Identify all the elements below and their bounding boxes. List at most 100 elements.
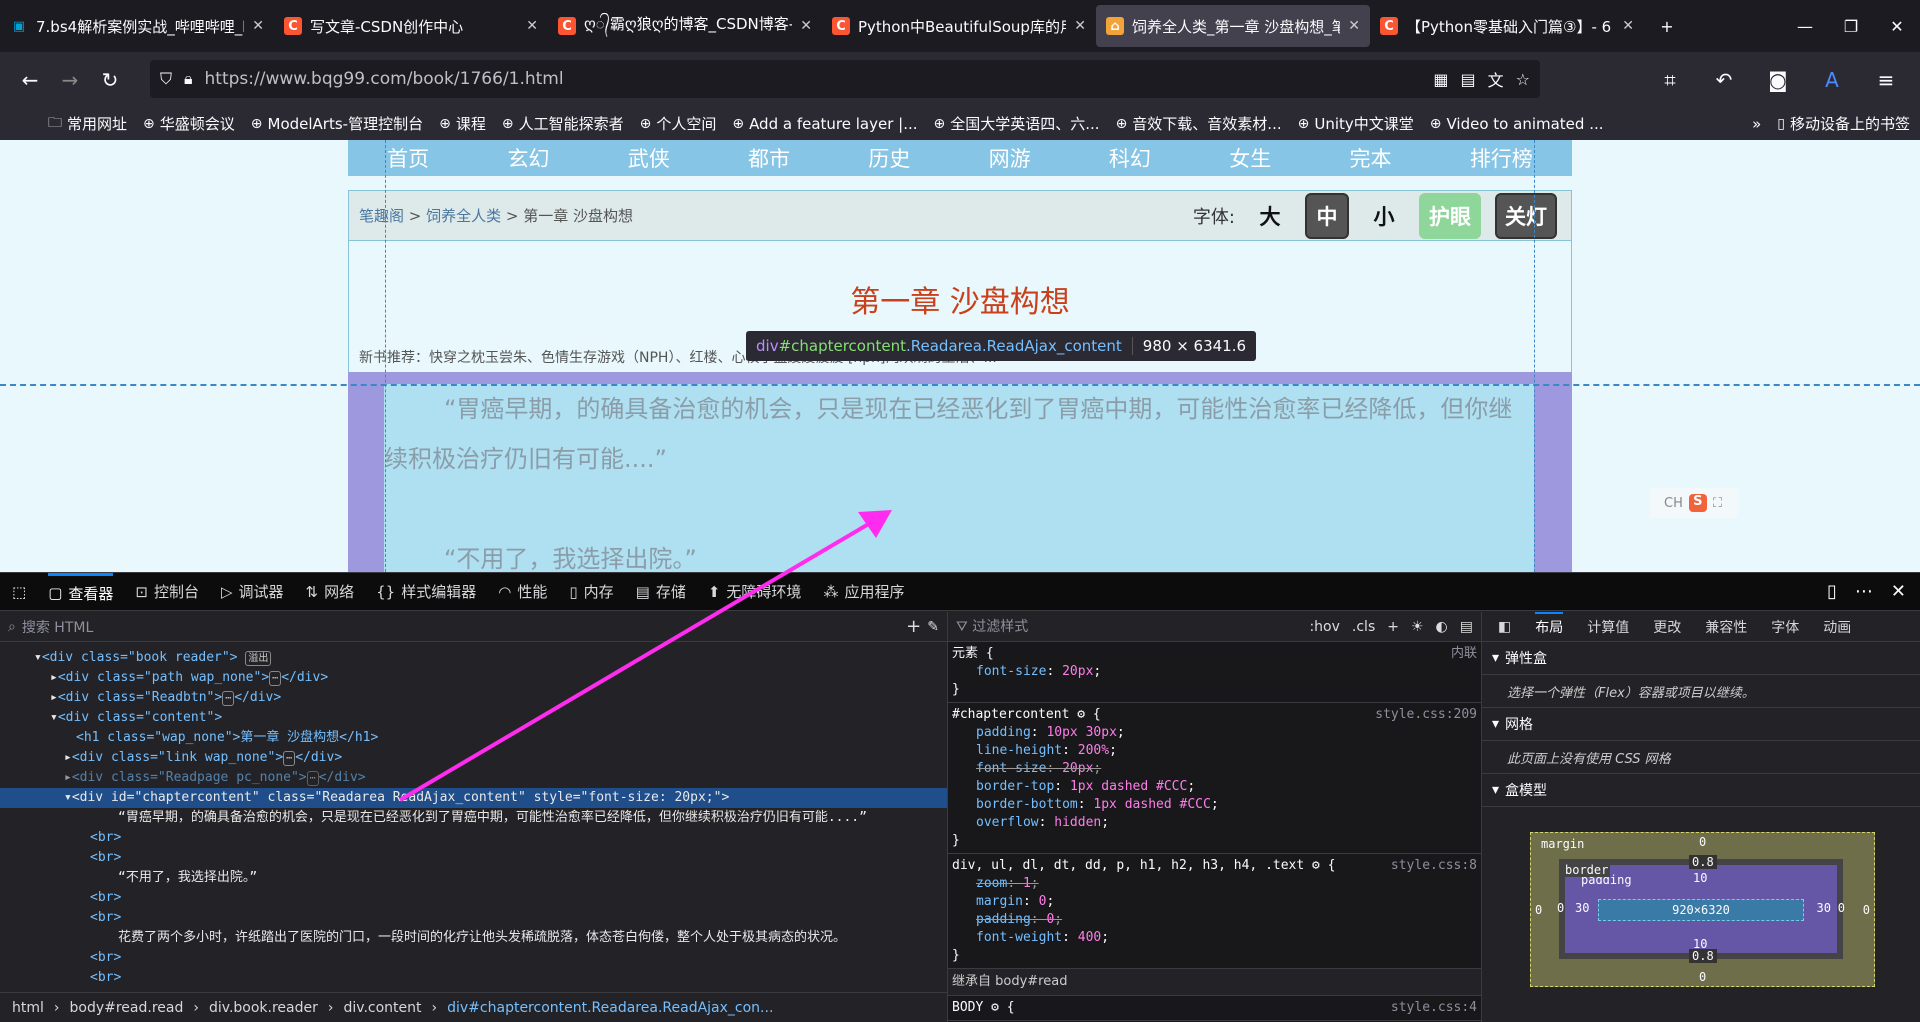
- tree-node-selected[interactable]: ▾<div id="chaptercontent" class="Readare…: [0, 788, 947, 808]
- undo-icon[interactable]: ↶: [1704, 68, 1744, 92]
- dark-scheme-icon[interactable]: ◐: [1436, 618, 1448, 636]
- css-declaration[interactable]: margin: 0;: [952, 893, 1477, 911]
- close-tab-icon[interactable]: ✕: [1622, 18, 1634, 34]
- text-node[interactable]: “不用了，我选择出院。”: [0, 868, 947, 888]
- devtools-tab[interactable]: {} 样式编辑器: [376, 573, 476, 611]
- close-devtools-icon[interactable]: ✕: [1891, 581, 1906, 602]
- reader-view-icon[interactable]: ▤: [1461, 70, 1476, 89]
- layout-tab[interactable]: 兼容性: [1705, 617, 1747, 637]
- site-nav-item[interactable]: 排行榜: [1470, 143, 1533, 173]
- breadcrumb-book[interactable]: 饲养全人类: [426, 205, 501, 226]
- breadcrumb-node[interactable]: html: [12, 1000, 44, 1016]
- site-nav-item[interactable]: 历史: [868, 143, 910, 173]
- css-declaration[interactable]: line-height: 200%;: [952, 742, 1477, 760]
- translate-extension-icon[interactable]: A: [1812, 68, 1852, 92]
- close-tab-icon[interactable]: ✕: [1348, 18, 1360, 34]
- site-nav-item[interactable]: 科幻: [1109, 143, 1151, 173]
- hov-button[interactable]: :hov: [1309, 618, 1339, 636]
- lights-off-button[interactable]: 关灯: [1495, 192, 1557, 239]
- devtools-tab[interactable]: ⬆ 无障碍环境: [708, 573, 802, 611]
- css-declaration[interactable]: overflow: hidden;: [952, 814, 1477, 832]
- eyedropper-icon[interactable]: ✎: [927, 619, 939, 635]
- url-text[interactable]: https://www.bqg99.com/book/1766/1.html: [205, 69, 1422, 89]
- qr-code-icon[interactable]: ▦: [1433, 70, 1448, 89]
- tree-node[interactable]: <h1 class="wap_none">第一章 沙盘构想</h1>: [0, 728, 947, 748]
- lock-icon[interactable]: 🔒︎: [184, 69, 193, 89]
- eye-care-button[interactable]: 护眼: [1419, 192, 1481, 239]
- flex-section[interactable]: ▾ 弹性盒: [1482, 642, 1920, 675]
- devtools-tab[interactable]: ▤ 存储: [636, 573, 686, 611]
- close-tab-icon[interactable]: ✕: [1074, 18, 1086, 34]
- print-media-icon[interactable]: ▤: [1460, 618, 1473, 636]
- bookmark-item[interactable]: ⊕ 音效下载、音效素材...: [1116, 113, 1282, 134]
- browser-tab[interactable]: C 写文章-CSDN创作中心 ✕: [274, 5, 548, 47]
- text-node[interactable]: “胃癌早期，的确具备治愈的机会，只是现在已经恶化到了胃癌中期，可能性治愈率已经降…: [0, 808, 947, 828]
- bookmark-item[interactable]: ⊕ 个人空间: [640, 113, 717, 134]
- browser-tab[interactable]: ⌂ 饲养全人类_第一章 沙盘构想_笔 ✕: [1096, 5, 1370, 47]
- responsive-design-icon[interactable]: ▯: [1827, 581, 1837, 602]
- screenshot-icon[interactable]: ⌗: [1650, 68, 1690, 92]
- close-tab-icon[interactable]: ✕: [252, 18, 264, 34]
- layout-tab[interactable]: 计算值: [1587, 617, 1629, 637]
- tree-node[interactable]: ▸<div class="path wap_none"> ⋯ </div>: [0, 668, 947, 688]
- text-node[interactable]: 花费了两个多小时，许纸踏出了医院的门口，一段时间的化疗让他头发稀疏脱落，体态苍白…: [0, 928, 947, 948]
- tree-node[interactable]: <br>: [0, 968, 947, 988]
- bookmark-item[interactable]: ⊕ Unity中文课堂: [1298, 113, 1414, 134]
- layout-tab[interactable]: 动画: [1823, 617, 1851, 637]
- box-model-section[interactable]: ▾ 盒模型: [1482, 774, 1920, 807]
- font-medium-button[interactable]: 中: [1305, 192, 1349, 239]
- bookmark-item[interactable]: ⊕ 全国大学英语四、六...: [934, 113, 1100, 134]
- minimize-button[interactable]: —: [1782, 17, 1828, 36]
- bookmark-item[interactable]: ⊕ 华盛顿会议: [143, 113, 235, 134]
- css-declaration[interactable]: padding: 0;: [952, 911, 1477, 929]
- tree-node[interactable]: <br>: [0, 848, 947, 868]
- reload-button[interactable]: ↻: [90, 68, 130, 92]
- translate-icon[interactable]: 文: [1488, 67, 1504, 91]
- tree-node[interactable]: ▸<div class="Readpage pc_none"> ⋯ </div>: [0, 768, 947, 788]
- site-nav-item[interactable]: 网游: [989, 143, 1031, 173]
- light-scheme-icon[interactable]: ☀: [1411, 618, 1424, 636]
- css-declaration[interactable]: font-size: 20px;: [952, 760, 1477, 778]
- bookmark-item[interactable]: ⊕ Add a feature layer |...: [732, 115, 917, 133]
- tree-node[interactable]: ▾<div class="book reader"> 溢出: [0, 648, 947, 668]
- font-large-button[interactable]: 大: [1249, 193, 1291, 239]
- site-nav-item[interactable]: 武侠: [628, 143, 670, 173]
- css-declaration[interactable]: padding: 10px 30px;: [952, 724, 1477, 742]
- breadcrumb-node[interactable]: div.book.reader: [209, 1000, 318, 1016]
- layout-tab[interactable]: 更改: [1653, 617, 1681, 637]
- tree-node[interactable]: <br>: [0, 828, 947, 848]
- close-tab-icon[interactable]: ✕: [526, 18, 538, 34]
- breadcrumb-node[interactable]: body#read.read: [70, 1000, 184, 1016]
- add-rule-icon[interactable]: +: [1387, 618, 1399, 636]
- devtools-tab[interactable]: ▢ 查看器: [48, 572, 114, 611]
- tree-node[interactable]: <br>: [0, 908, 947, 928]
- back-button[interactable]: ←: [10, 68, 50, 92]
- site-nav-item[interactable]: 完本: [1350, 143, 1392, 173]
- close-window-button[interactable]: ✕: [1874, 17, 1920, 36]
- browser-tab[interactable]: C Python中BeautifulSoup库的用 ✕: [822, 5, 1096, 47]
- bookmark-star-icon[interactable]: ☆: [1516, 70, 1530, 89]
- devtools-tab[interactable]: ⇅ 网络: [306, 573, 355, 611]
- more-options-icon[interactable]: ⋯: [1855, 581, 1873, 602]
- site-nav-item[interactable]: 玄幻: [507, 143, 549, 173]
- tree-node[interactable]: ▸<div class="Readbtn"> ⋯ </div>: [0, 688, 947, 708]
- layout-tab[interactable]: 字体: [1771, 617, 1799, 637]
- tree-node[interactable]: ▸<div class="link wap_none"> ⋯ </div>: [0, 748, 947, 768]
- css-declaration[interactable]: border-top: 1px dashed #CCC;: [952, 778, 1477, 796]
- new-tab-button[interactable]: +: [1644, 17, 1690, 36]
- tree-node[interactable]: <br>: [0, 888, 947, 908]
- extension-icon[interactable]: ◙: [1758, 68, 1798, 92]
- tree-node[interactable]: ▾<div class="content">: [0, 708, 947, 728]
- bookmark-item[interactable]: 🗀︎ 常用网址: [48, 112, 127, 136]
- ime-indicator[interactable]: CH S ⛶: [1650, 488, 1738, 518]
- restore-button[interactable]: ❐: [1828, 17, 1874, 36]
- shield-icon[interactable]: ⛉: [160, 69, 172, 89]
- devtools-tab[interactable]: ▯ 内存: [569, 573, 613, 611]
- site-nav-item[interactable]: 女生: [1229, 143, 1271, 173]
- grid-section[interactable]: ▾ 网格: [1482, 708, 1920, 741]
- site-nav-item[interactable]: 都市: [748, 143, 790, 173]
- mobile-bookmarks[interactable]: ▯ 移动设备上的书签: [1777, 113, 1920, 134]
- add-node-icon[interactable]: +: [906, 616, 921, 637]
- browser-tab[interactable]: ▣ 7.bs4解析案例实战_哔哩哔哩_b ✕: [0, 5, 274, 47]
- browser-tab[interactable]: C 【Python零基础入门篇③】- 6 ✕: [1370, 5, 1644, 47]
